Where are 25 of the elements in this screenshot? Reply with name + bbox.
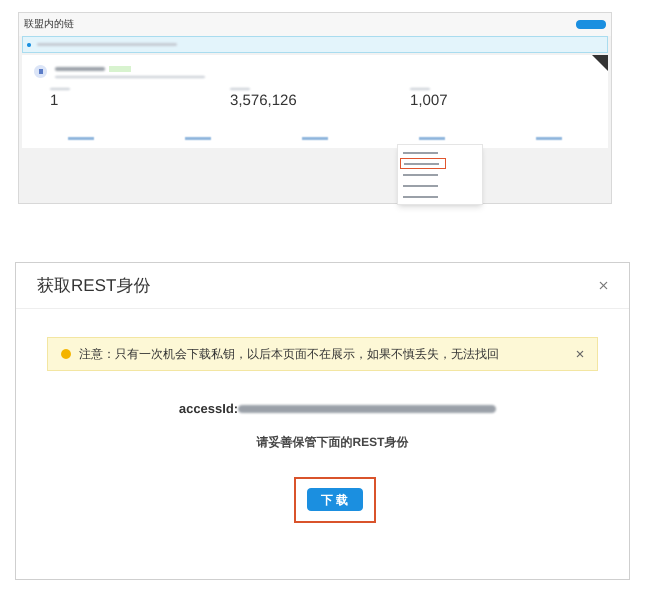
document-icon — [34, 65, 47, 78]
action-link[interactable] — [536, 136, 562, 140]
status-tag — [109, 66, 131, 72]
action-link[interactable] — [68, 136, 94, 140]
stat-value: 1 — [50, 93, 60, 108]
close-icon[interactable] — [576, 350, 584, 358]
warning-text: 注意：只有一次机会下载私钥，以后本页面不在展示，如果不慎丢失，无法找回 — [79, 346, 500, 363]
action-link[interactable] — [302, 136, 328, 140]
menu-item[interactable] — [400, 158, 446, 169]
panel-title: 联盟内的链 — [24, 18, 74, 32]
download-button[interactable]: 下 载 — [306, 488, 362, 511]
action-link[interactable] — [184, 136, 211, 140]
redacted-text — [55, 66, 105, 70]
corner-ribbon-icon — [592, 55, 608, 71]
access-id-label: accessId: — [178, 400, 238, 418]
create-button[interactable] — [576, 20, 606, 29]
close-button[interactable] — [599, 281, 608, 290]
action-link[interactable] — [419, 136, 446, 140]
stat-value: 3,576,126 — [230, 93, 298, 108]
close-icon — [599, 281, 608, 290]
note-text: 请妥善保管下面的REST身份 — [255, 434, 410, 450]
dialog-title: 获取REST身份 — [37, 274, 150, 297]
stat-value: 1,007 — [410, 93, 449, 108]
warning-icon — [61, 349, 71, 359]
info-icon — [27, 42, 31, 46]
